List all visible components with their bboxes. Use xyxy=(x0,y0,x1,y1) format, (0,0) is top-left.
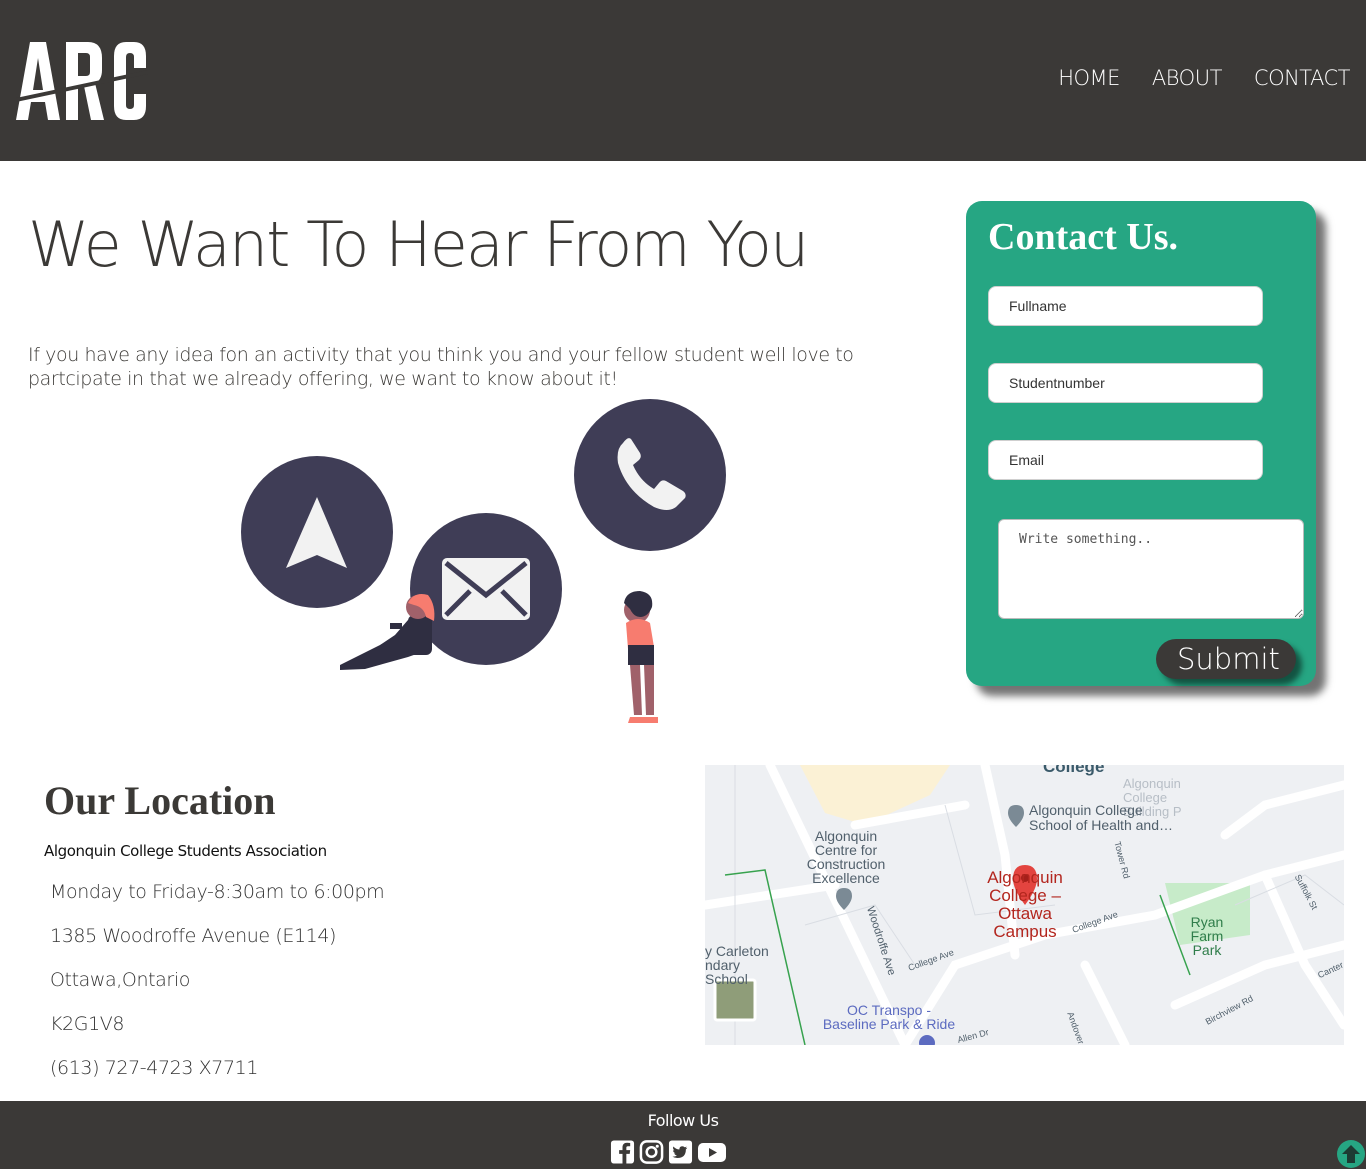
mail-icon xyxy=(410,513,562,665)
twitter-icon[interactable] xyxy=(668,1139,693,1165)
location-title: Our Location xyxy=(44,778,276,823)
instagram-icon[interactable] xyxy=(639,1139,664,1165)
intro-text: If you have any idea fon an activity tha… xyxy=(28,344,854,390)
phone-icon xyxy=(574,399,726,551)
contact-illustration xyxy=(241,399,726,723)
submit-button[interactable]: Submit xyxy=(1156,639,1296,679)
map-label-oc-transpo: OC Transpo - Baseline Park & Ride xyxy=(822,1002,956,1032)
site-header: HOME ABOUT CONTACT xyxy=(0,0,1366,161)
site-footer: Follow Us xyxy=(0,1101,1366,1169)
fullname-input[interactable] xyxy=(988,286,1263,326)
email-input[interactable] xyxy=(988,440,1263,480)
studentnumber-input[interactable] xyxy=(988,363,1263,403)
standing-person-figure xyxy=(624,591,658,723)
sitting-person-figure xyxy=(340,594,435,670)
nav-contact-link[interactable]: CONTACT xyxy=(1254,66,1351,90)
map-label-college: College xyxy=(1043,765,1105,776)
map-label-school-health: Algonquin College School of Health and… xyxy=(1029,802,1173,833)
map-label-carleton: y Carleton ndary School xyxy=(705,943,769,987)
phone-number: (613) 727-4723 X7711 xyxy=(50,1057,259,1079)
nav-home-link[interactable]: HOME xyxy=(1058,66,1120,90)
association-name: Algonquin College Students Association xyxy=(44,842,327,860)
postal-code: K2G1V8 xyxy=(50,1013,125,1035)
contact-title: Contact Us. xyxy=(988,216,1178,258)
follow-us-label: Follow Us xyxy=(647,1111,719,1130)
facebook-icon[interactable] xyxy=(610,1139,635,1165)
main-nav: HOME ABOUT CONTACT xyxy=(1058,66,1350,90)
social-links xyxy=(610,1139,727,1165)
city-province: Ottawa,Ontario xyxy=(50,969,190,991)
map-label-ryan-farm: Ryan Farm Park xyxy=(1190,914,1224,958)
arc-logo[interactable] xyxy=(16,40,148,122)
back-to-top-icon[interactable] xyxy=(1336,1139,1366,1169)
youtube-icon[interactable] xyxy=(697,1139,727,1165)
nav-about-link[interactable]: ABOUT xyxy=(1152,66,1222,90)
location-map[interactable]: College Algonquin College Building P Alg… xyxy=(705,765,1344,1045)
contact-form-card: Contact Us. Submit xyxy=(966,201,1316,686)
navigation-icon xyxy=(241,456,393,608)
page-title: We Want To Hear From You xyxy=(28,208,809,281)
map-label-campus: Algonquin College – Ottawa Campus xyxy=(987,868,1063,941)
office-hours: Monday to Friday-8:30am to 6:00pm xyxy=(50,881,385,903)
message-textarea[interactable] xyxy=(998,519,1304,619)
street-address: 1385 Woodroffe Avenue (E114) xyxy=(50,925,337,947)
map-label-construction: Algonquin Centre for Construction Excell… xyxy=(806,828,886,886)
